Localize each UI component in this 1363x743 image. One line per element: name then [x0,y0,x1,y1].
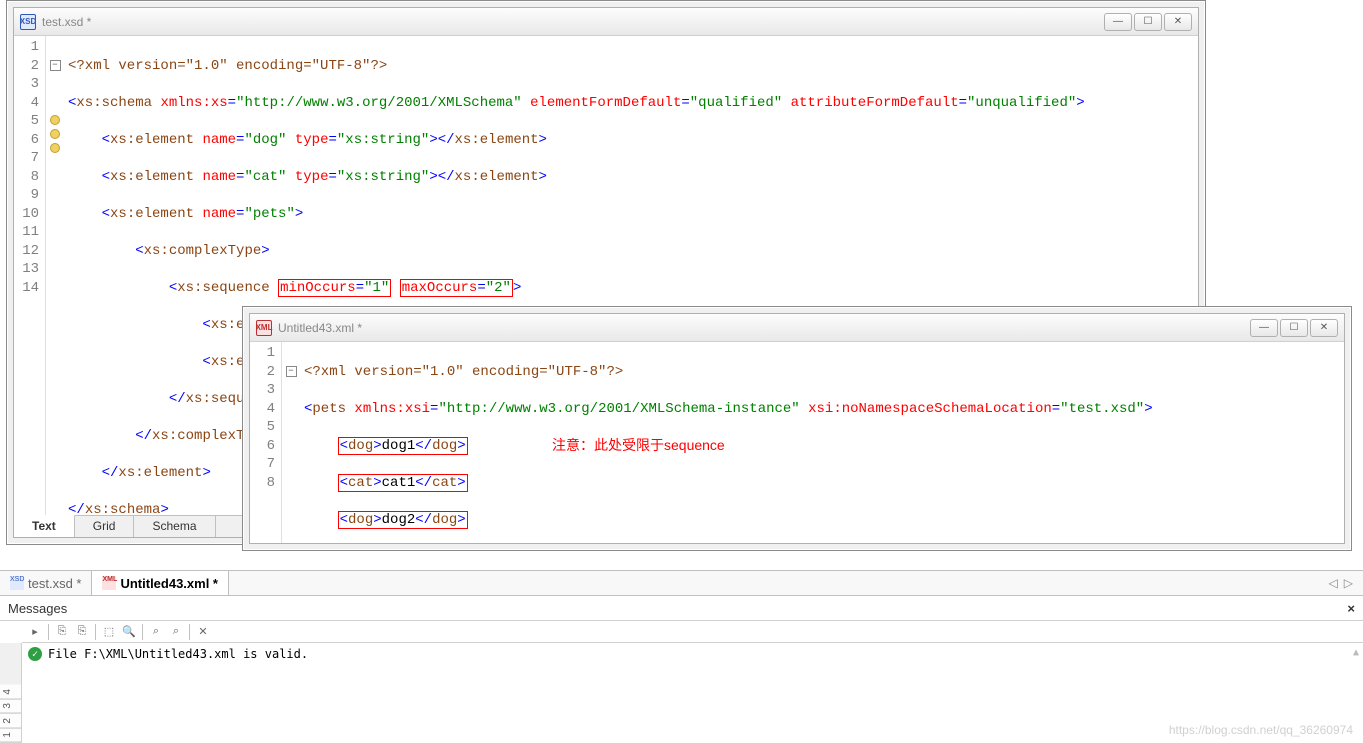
toolbar-copy-icon[interactable]: ⎘ [73,623,91,641]
toolbar-search-icon[interactable]: 🔍 [120,623,138,641]
toolbar-copy-icon[interactable]: ⎘ [53,623,71,641]
xsd-icon: XSD [20,14,36,30]
fold-marker-icon[interactable] [50,115,60,125]
messages-title: Messages [8,601,67,616]
titlebar-xsd[interactable]: XSD test.xsd * — ☐ ✕ [14,8,1198,36]
xml-icon: XML [256,320,272,336]
messages-panel: Messages × ▸ ⎘ ⎘ ⬚ 🔍 ⌕ ⌕ ✕ 1 2 3 4 ✓ Fil… [0,597,1363,743]
line-gutter: 1 2 3 4 5 6 7 8 [250,342,282,543]
editor-window-xml: XML Untitled43.xml * — ☐ ✕ 1 2 3 4 5 6 7… [242,306,1352,551]
close-button[interactable]: ✕ [1164,13,1192,31]
toolbar-filter-icon[interactable]: ⌕ [167,623,185,641]
side-tab[interactable]: 2 [0,714,21,729]
highlight-minoccurs: minOccurs="1" [278,279,391,297]
toolbar-clear-icon[interactable]: ✕ [194,623,212,641]
check-icon: ✓ [28,647,42,661]
highlight-element: <dog>dog2</dog> [338,511,468,529]
window-title: test.xsd * [42,15,1104,29]
close-button[interactable]: ✕ [1310,319,1338,337]
file-tabs: XSD test.xsd * XML Untitled43.xml * ◁ ▷ [0,570,1363,596]
scroll-up-icon[interactable]: ▲ [1353,647,1359,658]
xsd-icon: XSD [10,576,24,590]
file-tab-xml[interactable]: XML Untitled43.xml * [92,571,229,595]
annotation-text: 注意：此处受限于sequence [552,436,725,455]
xml-icon: XML [102,576,116,590]
messages-header: Messages × [0,597,1363,621]
minimize-button[interactable]: — [1250,319,1278,337]
nav-next-icon[interactable]: ▷ [1344,576,1353,590]
tab-schema[interactable]: Schema [134,516,215,537]
maximize-button[interactable]: ☐ [1134,13,1162,31]
toolbar-action-icon[interactable]: ▸ [26,623,44,641]
messages-side-tabs: 1 2 3 4 [0,643,22,743]
highlight-element: <dog>dog1</dog> [338,437,468,455]
highlight-maxoccurs: maxOccurs="2" [400,279,513,297]
code-editor-xml[interactable]: 1 2 3 4 5 6 7 8 − <?xml version="1.0" en… [250,342,1344,543]
close-icon[interactable]: × [1347,601,1355,616]
code-content[interactable]: <?xml version="1.0" encoding="UTF-8"?> <… [300,342,1344,543]
titlebar-xml[interactable]: XML Untitled43.xml * — ☐ ✕ [250,314,1344,342]
fold-marker-icon[interactable] [50,143,60,153]
side-tab[interactable]: 3 [0,699,21,714]
side-tab[interactable]: 1 [0,728,21,743]
maximize-button[interactable]: ☐ [1280,319,1308,337]
file-tab-xsd[interactable]: XSD test.xsd * [0,571,92,595]
nav-prev-icon[interactable]: ◁ [1329,576,1338,590]
line-gutter: 1 2 3 4 5 6 7 8 9 10 11 12 13 14 [14,36,46,515]
toolbar-filter-icon[interactable]: ⌕ [147,623,165,641]
fold-toggle-icon[interactable]: − [50,60,61,71]
tab-grid[interactable]: Grid [75,516,135,537]
side-tab[interactable]: 4 [0,685,21,700]
validation-message: File F:\XML\Untitled43.xml is valid. [48,647,308,661]
minimize-button[interactable]: — [1104,13,1132,31]
toolbar-find-icon[interactable]: ⬚ [100,623,118,641]
messages-content: ✓ File F:\XML\Untitled43.xml is valid. ▲ [22,643,1363,743]
fold-toggle-icon[interactable]: − [286,366,297,377]
tab-text[interactable]: Text [14,515,75,537]
highlight-element: <cat>cat1</cat> [338,474,468,492]
messages-toolbar: ▸ ⎘ ⎘ ⬚ 🔍 ⌕ ⌕ ✕ [22,621,1363,643]
fold-gutter: − [46,36,64,515]
window-title: Untitled43.xml * [278,321,1250,335]
fold-marker-icon[interactable] [50,129,60,139]
fold-gutter: − [282,342,300,543]
